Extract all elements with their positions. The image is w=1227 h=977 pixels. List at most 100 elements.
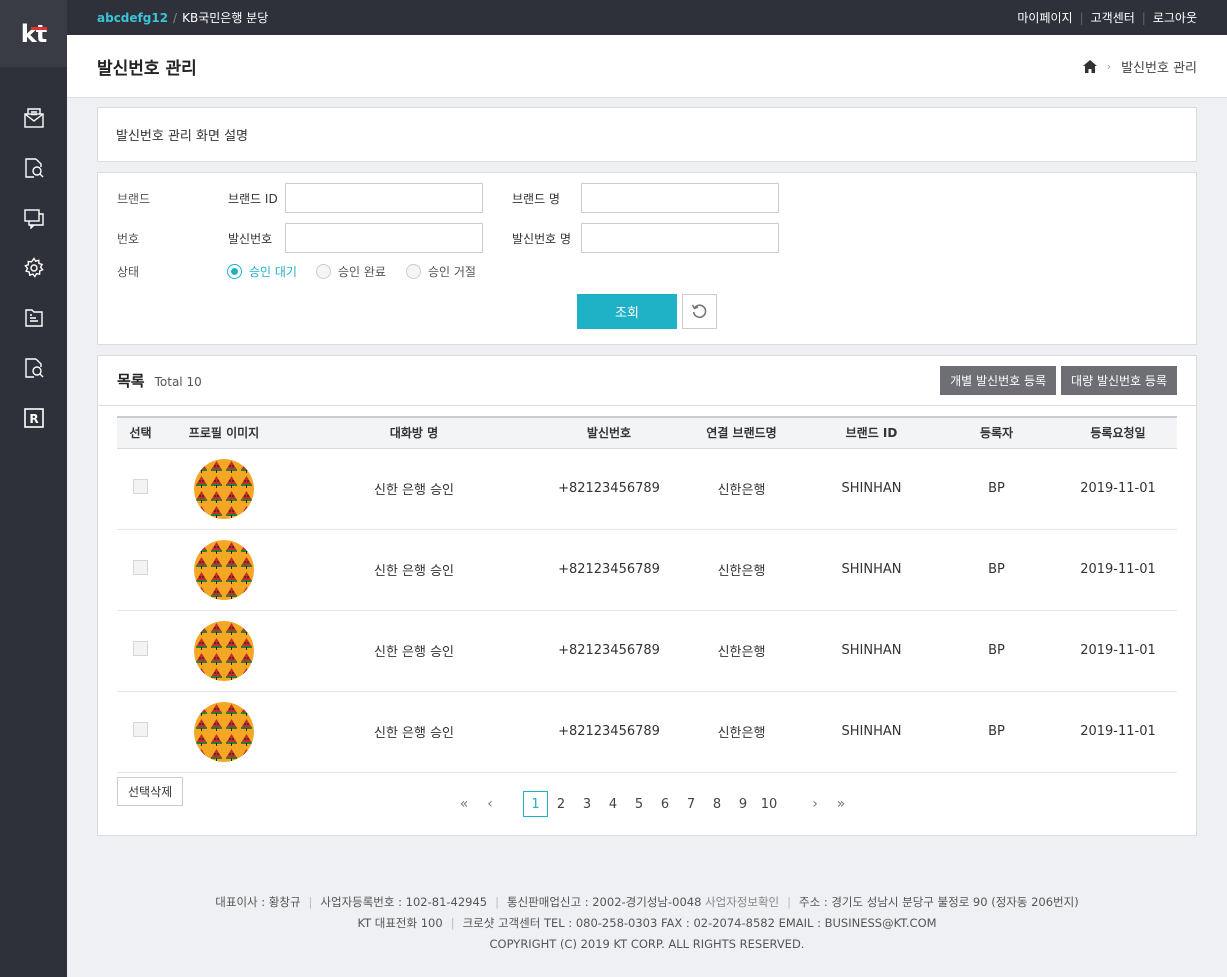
footer-line-1: 대표이사 : 황창규 | 사업자등록번호 : 102-81-42945 | 통신판매업신…: [67, 892, 1227, 913]
folder-icon: [24, 309, 43, 327]
brand-name-input[interactable]: [581, 183, 779, 213]
select-cell: [117, 691, 164, 773]
page-number[interactable]: 7: [678, 791, 704, 817]
search-doc-icon: [24, 158, 43, 178]
radio-dot: [316, 264, 331, 279]
page-number[interactable]: 4: [600, 791, 626, 817]
room-name-cell: 신한 은행 승인: [284, 691, 544, 773]
brand-name-cell: 신한은행: [674, 529, 809, 611]
sender-number-input[interactable]: [285, 223, 483, 253]
search-button[interactable]: 조회: [577, 294, 677, 329]
sidebar-item-messages[interactable]: [0, 193, 67, 243]
list-total: Total 10: [154, 375, 202, 389]
page-number[interactable]: 8: [704, 791, 730, 817]
logout-link[interactable]: 로그아웃: [1153, 11, 1197, 25]
page-number[interactable]: 9: [730, 791, 756, 817]
page-number[interactable]: 10: [756, 791, 782, 817]
list-title: 목록: [117, 372, 145, 390]
brand-id-cell: SHINHAN: [809, 691, 934, 773]
sidebar-item-settings[interactable]: [0, 243, 67, 293]
room-name-cell: 신한 은행 승인: [284, 448, 544, 530]
register-single-button[interactable]: 개별 발신번호 등록: [940, 366, 1057, 395]
logo-box[interactable]: kt: [0, 0, 67, 67]
status-radio-rejected[interactable]: 승인 거절: [406, 263, 476, 280]
footer-divider: |: [495, 895, 499, 909]
column-header: 대화방 명: [284, 416, 544, 449]
reset-button[interactable]: [682, 294, 717, 329]
home-icon[interactable]: [1082, 59, 1097, 73]
select-cell: [117, 610, 164, 692]
first-page-icon[interactable]: «: [451, 791, 477, 817]
user-info: abcdefg12 / KB국민은행 분당: [97, 9, 268, 26]
page-number[interactable]: 5: [626, 791, 652, 817]
row-checkbox[interactable]: [133, 722, 148, 737]
mail-icon: [23, 108, 44, 128]
column-header: 발신번호: [544, 416, 674, 449]
last-page-icon[interactable]: »: [828, 791, 854, 817]
delete-selected-button[interactable]: 선택삭제: [117, 777, 184, 806]
link-divider: |: [1141, 11, 1146, 25]
sender-name-input[interactable]: [581, 223, 779, 253]
table-row: 신한 은행 승인 +82123456789 신한은행 SHINHAN BP 2019-11…: [117, 529, 1177, 611]
next-page-icon[interactable]: ›: [802, 791, 828, 817]
sidebar-item-r[interactable]: R: [0, 393, 67, 443]
register-bulk-button[interactable]: 대량 발신번호 등록: [1061, 366, 1177, 395]
status-radio-approved[interactable]: 승인 완료: [316, 263, 386, 280]
logo-red-bar: [30, 26, 47, 30]
registrant-cell: BP: [934, 529, 1059, 611]
prev-page-icon[interactable]: ‹: [477, 791, 503, 817]
sender-number-label: 발신번호: [228, 232, 273, 246]
request-date-cell: 2019-11-01: [1059, 529, 1177, 611]
footer-line-2: KT 대표전화 100 | 크로샷 고객센터 TEL : 080-258-0303 …: [67, 913, 1227, 934]
brand-name-cell: 신한은행: [674, 448, 809, 530]
kt-logo: kt: [21, 20, 47, 48]
footer-phone: KT 대표전화 100: [357, 916, 443, 930]
footer: 대표이사 : 황창규 | 사업자등록번호 : 102-81-42945 | 통신판매업신…: [67, 892, 1227, 955]
sender-table: 선택 프로필 이미지 대화방 명 발신번호 연결 브랜드명 브랜드 ID 등록자…: [117, 416, 1177, 773]
breadcrumb: › 발신번호 관리: [1082, 57, 1197, 76]
profile-cell: [164, 448, 284, 530]
select-cell: [117, 448, 164, 530]
sidebar-item-folder[interactable]: [0, 293, 67, 343]
support-link[interactable]: 고객센터: [1091, 11, 1135, 25]
sidebar-item-search[interactable]: [0, 143, 67, 193]
footer-divider: |: [787, 895, 791, 909]
org-name: KB국민은행 분당: [182, 11, 269, 25]
sender-number-cell: +82123456789: [544, 610, 674, 692]
brand-id-cell: SHINHAN: [809, 529, 934, 611]
list-panel: 목록 Total 10 개별 발신번호 등록 대량 발신번호 등록 선택 프로필 …: [97, 355, 1197, 836]
column-header: 브랜드 ID: [809, 416, 934, 449]
profile-cell: [164, 610, 284, 692]
biz-info-link[interactable]: 사업자정보확인: [705, 895, 779, 909]
column-header: 등록요청일: [1059, 416, 1177, 449]
sidebar-item-search-2[interactable]: [0, 343, 67, 393]
footer-mail-order: 통신판매업신고 : 2002-경기성남-0048: [507, 895, 702, 909]
page-number[interactable]: 3: [574, 791, 600, 817]
sender-number-cell: +82123456789: [544, 691, 674, 773]
page-number[interactable]: 1: [523, 791, 548, 817]
sidebar-item-mail[interactable]: [0, 93, 67, 143]
footer-address: 주소 : 경기도 성남시 분당구 불정로 90 (정자동 206번지): [799, 895, 1079, 909]
list-title-group: 목록 Total 10: [117, 370, 202, 391]
radio-label: 승인 거절: [428, 265, 476, 279]
column-header: 프로필 이미지: [164, 416, 284, 449]
pagination: « ‹ 1 2 3 4 5 6 7 8 9 10 › »: [451, 791, 854, 817]
profile-cell: [164, 529, 284, 611]
sidebar-nav: R: [0, 67, 67, 443]
page-number[interactable]: 6: [652, 791, 678, 817]
description-panel: 발신번호 관리 화면 설명: [97, 107, 1197, 162]
brand-name-cell: 신한은행: [674, 691, 809, 773]
brand-name-cell: 신한은행: [674, 610, 809, 692]
description-text: 발신번호 관리 화면 설명: [116, 129, 248, 144]
user-separator: /: [173, 11, 178, 25]
top-bar: abcdefg12 / KB국민은행 분당 마이페이지 | 고객센터 | 로그아웃: [67, 0, 1227, 35]
status-radio-pending[interactable]: 승인 대기: [227, 263, 297, 280]
page-number[interactable]: 2: [548, 791, 574, 817]
mypage-link[interactable]: 마이페이지: [1017, 11, 1072, 25]
row-checkbox[interactable]: [133, 641, 148, 656]
row-checkbox[interactable]: [133, 479, 148, 494]
list-header: 목록 Total 10 개별 발신번호 등록 대량 발신번호 등록: [98, 356, 1196, 406]
brand-id-input[interactable]: [285, 183, 483, 213]
row-checkbox[interactable]: [133, 560, 148, 575]
sidebar: kt R: [0, 0, 67, 977]
